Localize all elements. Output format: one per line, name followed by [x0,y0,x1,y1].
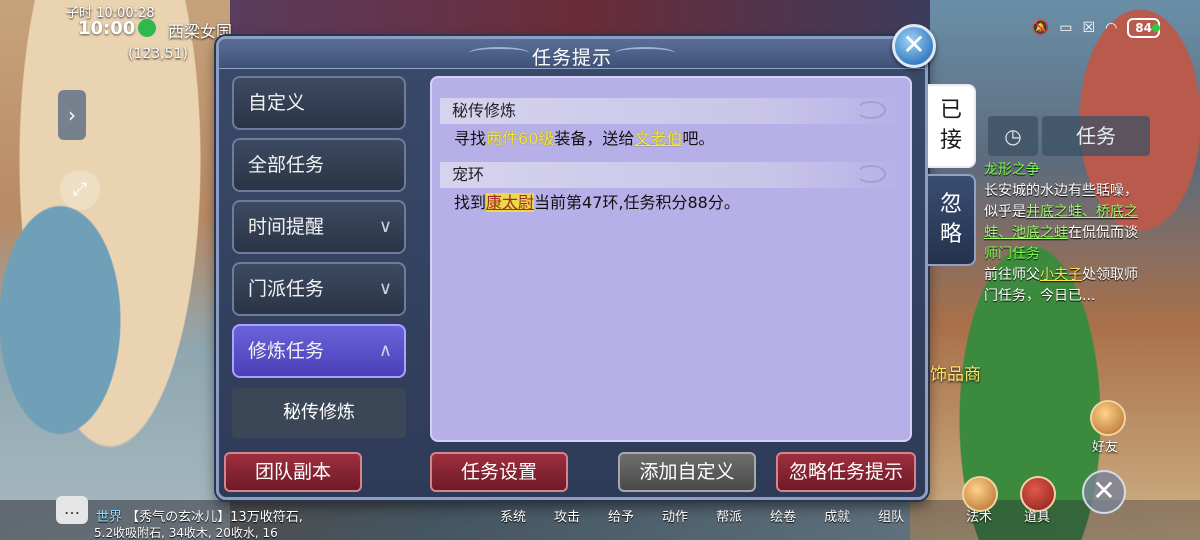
task-title: 宠环 [452,165,485,184]
dialog-title: 任务提示 [531,47,612,69]
quest-text-sep: 、 [1082,204,1096,220]
chat-bubble-icon[interactable]: … [56,496,88,524]
expand-icon[interactable]: ⤢ [60,170,100,210]
category-custom[interactable]: 自定义 [232,76,406,130]
title-ornament-right [615,47,675,59]
game-scene-top [230,0,930,40]
skill-label: 法术 [966,510,993,525]
close-box-icon: ☒ [1082,20,1096,36]
quest-npc-link[interactable]: 井底之蛙 [1026,204,1082,220]
menu-system[interactable]: 系统 [500,506,526,525]
chevron-down-icon: ∨ [378,216,392,237]
chevron-down-icon: ∨ [378,278,392,299]
team-dungeon-button[interactable]: 团队副本 [224,452,362,492]
status-time: 10:00 [78,18,136,39]
quest-text: 在侃侃而谈 [1068,225,1138,241]
tab-ignored[interactable]: 忽略 [928,174,976,266]
quest-text: 前往师父 [984,267,1040,283]
menu-guild[interactable]: 帮派 [716,506,742,525]
task-title-bar: 秘传修炼 [440,98,904,124]
swirl-ornament-icon [856,165,886,183]
desc-highlight: 两件60级 [486,129,555,148]
quest-title[interactable]: 师门任务 [984,244,1144,265]
menu-action[interactable]: 动作 [662,506,688,525]
category-sect-tasks[interactable]: 门派任务 ∨ [232,262,406,316]
location-coords: (123,51) [128,46,188,62]
category-label: 自定义 [248,92,306,114]
dialog-title-bar: 任务提示 [219,39,925,69]
category-all-tasks[interactable]: 全部任务 [232,138,406,192]
quest-description: 长安城的水边有些聒噪，似乎是井底之蛙、桥底之蛙、池底之蛙在侃侃而谈 [984,181,1144,244]
tab-accepted[interactable]: 已接 [928,84,976,168]
quest-npc-link[interactable]: 池底之蛙 [1012,225,1068,241]
ignore-task-prompt-button[interactable]: 忽略任务提示 [776,452,916,492]
chat-message[interactable]: 世界 【秀气の玄冰儿】13万收符石, [96,506,303,525]
quest-title[interactable]: 龙形之争 [984,160,1144,181]
friend-label: 好友 [1092,440,1119,455]
camera-indicator-icon [1152,24,1160,32]
npc-link[interactable]: 康太尉 [486,193,535,212]
quest-tracker: 龙形之争 长安城的水边有些聒噪，似乎是井底之蛙、桥底之蛙、池底之蛙在侃侃而谈 师… [984,160,1144,307]
wechat-icon [138,19,156,37]
close-icon[interactable]: ✕ [892,24,936,68]
items-label: 道具 [1024,510,1051,525]
menu-scroll[interactable]: 绘卷 [770,506,796,525]
menu-give[interactable]: 给予 [608,506,634,525]
category-label: 时间提醒 [248,216,325,238]
chevron-up-icon: ∧ [378,340,392,361]
desc-text: 当前第47环,任务积分88分。 [534,193,740,212]
tracker-tab-tasks[interactable]: 任务 [1042,116,1150,156]
menu-team[interactable]: 组队 [878,506,904,525]
close-icon[interactable]: ✕ [1082,470,1126,514]
wifi-icon: ◠ [1105,20,1118,36]
task-entry: 宠环 找到康太尉当前第47环,任务积分88分。 [440,162,904,214]
task-description: 找到康太尉当前第47环,任务积分88分。 [440,188,904,214]
category-time-reminder[interactable]: 时间提醒 ∨ [232,200,406,254]
task-description: 寻找两件60级装备，送给文老伯吧。 [440,124,904,150]
handshake-icon[interactable] [1090,400,1126,436]
shop-label[interactable]: 饰品商 [930,360,981,385]
quest-text-sep: 、 [998,225,1012,241]
category-label: 修炼任务 [248,340,325,362]
mute-icon: 🔕 [1031,20,1050,36]
menu-achievement[interactable]: 成就 [824,506,850,525]
task-settings-button[interactable]: 任务设置 [430,452,568,492]
chat-message[interactable]: 5.2收吸附石, 34收木, 20收水, 16 [94,524,278,540]
task-title: 秘传修炼 [452,101,517,120]
chat-text: 【秀气の玄冰儿】13万收符石, [126,510,303,525]
task-title-bar: 宠环 [440,162,904,188]
task-content-panel: 秘传修炼 寻找两件60级装备，送给文老伯吧。 宠环 找到康太尉当前第47环,任务… [430,76,912,442]
desc-text: 吧。 [682,129,715,148]
desc-text: 寻找 [454,129,487,148]
quest-description: 前往师父小夫子处领取师门任务，今日已... [984,265,1144,307]
game-scene-left [0,0,230,540]
menu-attack[interactable]: 攻击 [554,506,580,525]
clock-icon[interactable]: ◷ [988,116,1038,156]
npc-link[interactable]: 文老伯 [634,129,682,148]
swirl-ornament-icon [856,101,886,119]
category-cultivation-tasks[interactable]: 修炼任务 ∧ [232,324,406,378]
tab-label: 已接 [939,98,962,153]
category-label: 门派任务 [248,278,325,300]
desc-text: 装备，送给 [554,129,635,148]
sub-item-secret-cultivation[interactable]: 秘传修炼 [232,388,406,438]
tab-label: 忽略 [939,192,962,247]
bottom-menu: 系统 攻击 给予 动作 帮派 绘卷 成就 组队 [500,506,904,525]
collapse-arrow-icon[interactable]: › [58,90,86,140]
chat-channel: 世界 [96,510,123,525]
desc-text: 找到 [454,193,487,212]
system-status-icons: 🔕 ▭ ☒ ◠ 84 [1032,18,1160,38]
quest-npc-link[interactable]: 小夫子 [1040,267,1082,283]
add-custom-button[interactable]: 添加自定义 [618,452,756,492]
category-label: 全部任务 [248,154,325,176]
task-entry: 秘传修炼 寻找两件60级装备，送给文老伯吧。 [440,98,904,150]
laptop-icon: ▭ [1059,20,1073,36]
